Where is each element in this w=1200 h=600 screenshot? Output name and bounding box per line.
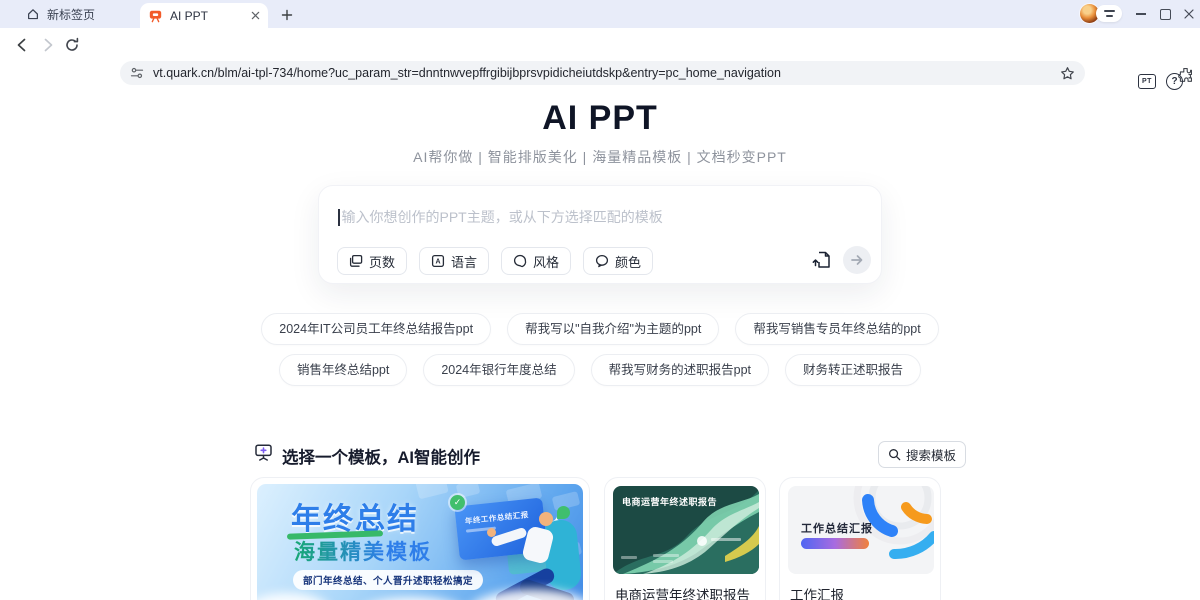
maximize-button[interactable]	[1152, 0, 1178, 28]
my-ppt-files-button[interactable]: PT	[1138, 74, 1156, 89]
color-icon	[595, 254, 609, 268]
template-banner-card[interactable]: 年终总结 海量精美模板 部门年终总结、个人晋升述职轻松搞定 年终工作总结汇报 ✓…	[250, 477, 590, 600]
new-tab-label: 新标签页	[47, 6, 95, 23]
browser-window: 新标签页 AI PPT	[0, 0, 1200, 600]
color-option-label: 颜色	[615, 252, 641, 271]
template-card-work-report[interactable]: 工作总结汇报 工作汇报	[779, 477, 941, 600]
maximize-icon	[1160, 9, 1171, 20]
ppt-favicon	[148, 9, 163, 23]
address-toolbar: vt.quark.cn/blm/ai-tpl-734/home?uc_param…	[0, 28, 1200, 62]
banner-tagline: 部门年终总结、个人晋升述职轻松搞定	[293, 570, 483, 590]
ppt-badge-icon: PT	[1142, 78, 1152, 85]
new-tab-page-button[interactable]: 新标签页	[16, 0, 105, 28]
reload-button[interactable]	[58, 31, 86, 59]
template-card-ecommerce[interactable]: 电商运营年终述职报告 电商运营年终述职报告	[604, 477, 766, 600]
suggestion-row-1: 2024年IT公司员工年终总结报告ppt 帮我写以"自我介绍"为主题的ppt 帮…	[0, 313, 1200, 345]
language-icon: A	[431, 254, 445, 268]
text-caret	[338, 209, 340, 226]
help-icon: ?	[1171, 76, 1177, 87]
style-icon	[513, 254, 527, 268]
suggestion-chip[interactable]: 财务转正述职报告	[785, 354, 921, 386]
presentation-board-icon	[254, 443, 273, 462]
style-option-label: 风格	[533, 252, 559, 271]
prompt-input[interactable]: 输入你想创作的PPT主题，或从下方选择匹配的模板	[338, 207, 663, 227]
arrow-right-icon	[850, 253, 864, 267]
style-option-button[interactable]: 风格	[501, 247, 571, 275]
thumbnail-title: 电商运营年终述职报告	[622, 495, 717, 508]
minimize-icon	[1136, 13, 1146, 14]
import-document-button[interactable]	[811, 249, 833, 271]
banner-artwork: 年终总结 海量精美模板 部门年终总结、个人晋升述职轻松搞定 年终工作总结汇报 ✓…	[257, 484, 583, 600]
composer-options: 页数 A 语言 风格 颜色	[337, 247, 653, 275]
reload-icon	[64, 37, 80, 53]
thumbnail-title: 工作总结汇报	[801, 520, 873, 536]
template-section-title: 选择一个模板，AI智能创作	[282, 444, 480, 468]
search-icon	[888, 448, 901, 461]
suggestion-chip[interactable]: 帮我写以"自我介绍"为主题的ppt	[507, 313, 719, 345]
language-option-label: 语言	[451, 252, 477, 271]
tab-close-icon[interactable]	[251, 11, 260, 20]
bookmark-button[interactable]	[1060, 66, 1075, 81]
minimize-button[interactable]	[1128, 0, 1154, 28]
svg-text:A: A	[435, 259, 440, 266]
pages-option-label: 页数	[369, 252, 395, 271]
color-option-button[interactable]: 颜色	[583, 247, 653, 275]
import-document-icon	[812, 250, 832, 270]
suggestion-chip[interactable]: 帮我写销售专员年终总结的ppt	[735, 313, 938, 345]
tab-ai-ppt[interactable]: AI PPT	[140, 3, 268, 28]
banner-subhead: 海量精美模板	[294, 536, 432, 566]
slide-dot	[697, 536, 707, 546]
gradient-bar	[801, 538, 869, 549]
site-settings-icon	[130, 66, 144, 80]
suggestion-chip[interactable]: 2024年IT公司员工年终总结报告ppt	[261, 313, 491, 345]
forward-icon	[40, 37, 56, 53]
banner-slide-title: 年终工作总结汇报	[464, 509, 529, 527]
suggestion-chip[interactable]: 2024年银行年度总结	[423, 354, 574, 386]
suggestion-chip[interactable]: 帮我写财务的述职报告ppt	[591, 354, 769, 386]
back-icon	[14, 37, 30, 53]
suggestion-row-2: 销售年终总结ppt 2024年银行年度总结 帮我写财务的述职报告ppt 财务转正…	[0, 354, 1200, 386]
url-text[interactable]: vt.quark.cn/blm/ai-tpl-734/home?uc_param…	[153, 66, 1051, 80]
help-button[interactable]: ?	[1166, 73, 1183, 90]
prompt-composer-card: 输入你想创作的PPT主题，或从下方选择匹配的模板 页数 A 语言	[318, 185, 882, 284]
tab-bar: 新标签页 AI PPT	[0, 0, 1200, 28]
template-caption: 电商运营年终述职报告	[615, 584, 750, 600]
template-section-icon	[254, 443, 273, 467]
language-option-button[interactable]: A 语言	[419, 247, 489, 275]
banner-person-shape	[539, 512, 553, 526]
browser-menu-button[interactable]	[1096, 5, 1122, 22]
search-templates-button[interactable]: 搜索模板	[878, 441, 966, 468]
new-tab-button[interactable]	[276, 4, 298, 26]
template-thumbnail: 工作总结汇报	[788, 486, 934, 574]
search-templates-label: 搜索模板	[906, 445, 956, 464]
menu-icon	[1104, 10, 1115, 12]
pages-option-button[interactable]: 页数	[337, 247, 407, 275]
pages-icon	[349, 254, 363, 268]
tab-title: AI PPT	[170, 9, 244, 23]
check-icon: ✓	[450, 495, 465, 510]
plus-icon	[281, 9, 293, 21]
prompt-placeholder: 输入你想创作的PPT主题，或从下方选择匹配的模板	[342, 207, 663, 227]
generate-button[interactable]	[843, 246, 871, 274]
close-icon	[1184, 9, 1194, 19]
star-icon	[1060, 66, 1075, 81]
home-icon	[26, 7, 40, 21]
page-title: AI PPT	[0, 99, 1200, 138]
close-window-button[interactable]	[1176, 0, 1200, 28]
page-subtitle: AI帮你做 | 智能排版美化 | 海量精品模板 | 文档秒变PPT	[0, 147, 1200, 167]
template-thumbnail: 电商运营年终述职报告	[613, 486, 759, 574]
back-button[interactable]	[8, 31, 36, 59]
suggestion-chip[interactable]: 销售年终总结ppt	[279, 354, 407, 386]
template-caption: 工作汇报	[790, 584, 844, 600]
address-bar[interactable]: vt.quark.cn/blm/ai-tpl-734/home?uc_param…	[120, 61, 1085, 85]
